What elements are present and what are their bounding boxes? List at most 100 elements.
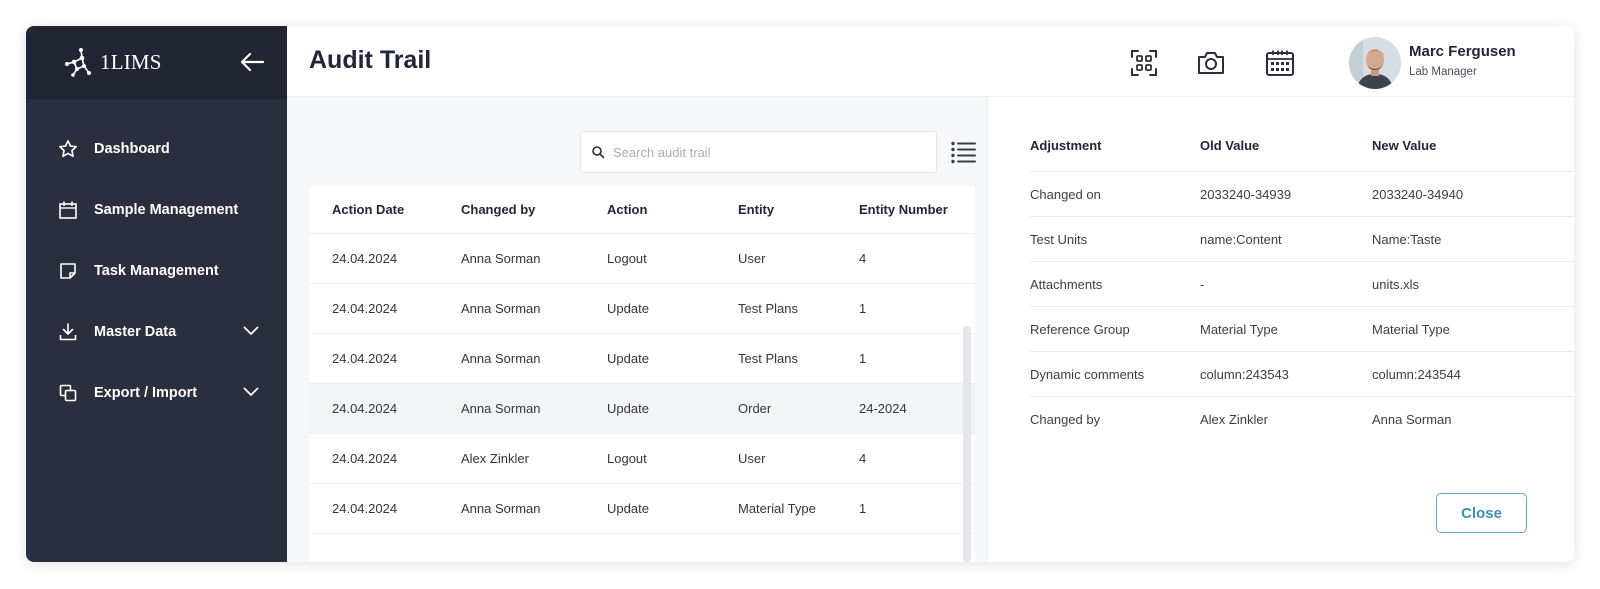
note-icon [57,260,79,282]
table-cell: 1 [859,301,867,316]
column-header: Old Value [1200,137,1260,153]
table-cell: User [738,451,766,466]
table-cell: 24.04.2024 [332,401,398,416]
old-value-cell: name:Content [1200,231,1282,247]
sidebar-item-task-management[interactable]: Task Management [26,240,287,301]
table-cell: Anna Sorman [461,351,541,366]
table-cell: 4 [859,251,867,266]
table-cell: 24.04.2024 [332,451,398,466]
sidebar-item-export-import[interactable]: Export / Import [26,362,287,423]
table-cell: Anna Sorman [461,301,541,316]
table-cell: 24.04.2024 [332,251,398,266]
page-title: Audit Trail [309,46,432,74]
table-cell: Logout [607,251,647,266]
copy-icon [57,382,79,404]
search-box[interactable] [580,131,937,173]
search-input[interactable] [613,144,913,160]
scrollbar-thumb[interactable] [963,326,971,562]
star-icon [57,138,79,160]
user-name[interactable]: Marc Fergusen [1409,43,1516,60]
table-row[interactable]: 24.04.2024 Anna Sorman Update Test Plans… [309,284,975,334]
table-cell: Anna Sorman [461,401,541,416]
adjustment-cell: Changed on [1030,186,1101,202]
detail-row: Test Units name:Content Name:Taste [1030,217,1574,262]
user-avatar-icon [1349,37,1401,89]
old-value-cell: Alex Zinkler [1200,412,1268,427]
column-header[interactable]: Entity Number [859,186,948,233]
old-value-cell: column:243543 [1200,366,1289,382]
list-icon [951,141,976,164]
audit-list-panel: Action Date Changed by Action Entity Ent… [287,97,987,562]
adjustment-cell: Test Units [1030,231,1088,247]
table-row[interactable]: 24.04.2024 Alex Zinkler Logout User 4 [309,434,975,484]
old-value-cell: 2033240-34939 [1200,186,1292,202]
column-header[interactable]: Entity [738,186,774,233]
sidebar-item-sample-management[interactable]: Sample Management [26,179,287,240]
table-header-row: Action Date Changed by Action Entity Ent… [309,186,975,234]
table-cell: Order [738,401,772,416]
column-header: New Value [1372,137,1437,153]
table-row[interactable]: 24.04.2024 Anna Sorman Update Material T… [309,484,975,534]
table-cell: Anna Sorman [461,251,541,266]
table-cell: Material Type [738,501,816,516]
table-row[interactable]: 24.04.2024 Anna Sorman Logout User 4 [309,234,975,284]
list-view-button[interactable] [950,140,978,164]
table-cell: Alex Zinkler [461,451,529,466]
table-row-selected[interactable]: 24.04.2024 Anna Sorman Update Order 24-2… [309,384,975,434]
table-scrollbar[interactable] [963,326,971,562]
column-header[interactable]: Action Date [332,186,404,233]
audit-table: Action Date Changed by Action Entity Ent… [309,186,975,562]
calendar-icon [57,199,79,221]
new-value-cell: column:243544 [1372,366,1461,382]
detail-row: Reference Group Material Type Material T… [1030,307,1574,352]
calendar-button[interactable] [1264,47,1296,79]
chevron-down-icon[interactable] [242,322,260,340]
new-value-cell: Name:Taste [1372,231,1442,247]
sidebar-item-label: Master Data [94,323,177,340]
qr-scan-icon [1131,50,1157,76]
sidebar-item-master-data[interactable]: Master Data [26,301,287,362]
detail-header-row: Adjustment Old Value New Value [1030,119,1574,172]
close-button[interactable]: Close [1436,493,1527,533]
table-cell: Update [607,301,649,316]
table-cell: 24-2024 [859,401,907,416]
sidebar-item-label: Sample Management [94,201,239,218]
table-cell: Anna Sorman [461,501,541,516]
table-cell: 4 [859,451,867,466]
old-value-cell: - [1200,276,1205,292]
detail-row: Changed on 2033240-34939 2033240-34940 [1030,172,1574,217]
app-window: 1LIMS Dashboard Sample Management Task M… [26,26,1574,562]
old-value-cell: Material Type [1200,321,1278,337]
camera-button[interactable] [1195,47,1227,79]
sidebar-header: 1LIMS [26,26,287,99]
sidebar: 1LIMS Dashboard Sample Management Task M… [26,26,287,562]
column-header[interactable]: Action [607,186,647,233]
table-cell: 24.04.2024 [332,301,398,316]
column-header[interactable]: Changed by [461,186,535,233]
chevron-down-icon[interactable] [242,383,260,401]
avatar[interactable] [1349,37,1401,89]
calendar-grid-icon [1266,50,1294,76]
top-header: Audit Trail Marc Fergusen Lab Manager [287,26,1574,97]
new-value-cell: 2033240-34940 [1372,186,1464,202]
table-cell: 1 [859,501,867,516]
qr-scan-button[interactable] [1128,47,1160,79]
table-cell: 1 [859,351,867,366]
sidebar-item-label: Task Management [94,262,219,279]
adjustment-cell: Dynamic comments [1030,366,1145,382]
sidebar-item-dashboard[interactable]: Dashboard [26,118,287,179]
adjustment-cell: Attachments [1030,276,1103,292]
download-icon [57,321,79,343]
collapse-sidebar-button[interactable] [238,50,266,74]
table-row[interactable]: 24.04.2024 Anna Sorman Update Test Plans… [309,334,975,384]
new-value-cell: Anna Sorman [1372,412,1452,427]
brand-logo[interactable]: 1LIMS [62,46,162,78]
audit-detail-panel: Adjustment Old Value New Value Changed o… [987,97,1574,562]
new-value-cell: Material Type [1372,321,1450,337]
search-icon [592,146,605,159]
table-cell: Update [607,351,649,366]
adjustment-cell: Reference Group [1030,321,1130,337]
table-cell: Logout [607,451,647,466]
detail-row: Dynamic comments column:243543 column:24… [1030,352,1574,397]
user-role: Lab Manager [1409,66,1477,78]
